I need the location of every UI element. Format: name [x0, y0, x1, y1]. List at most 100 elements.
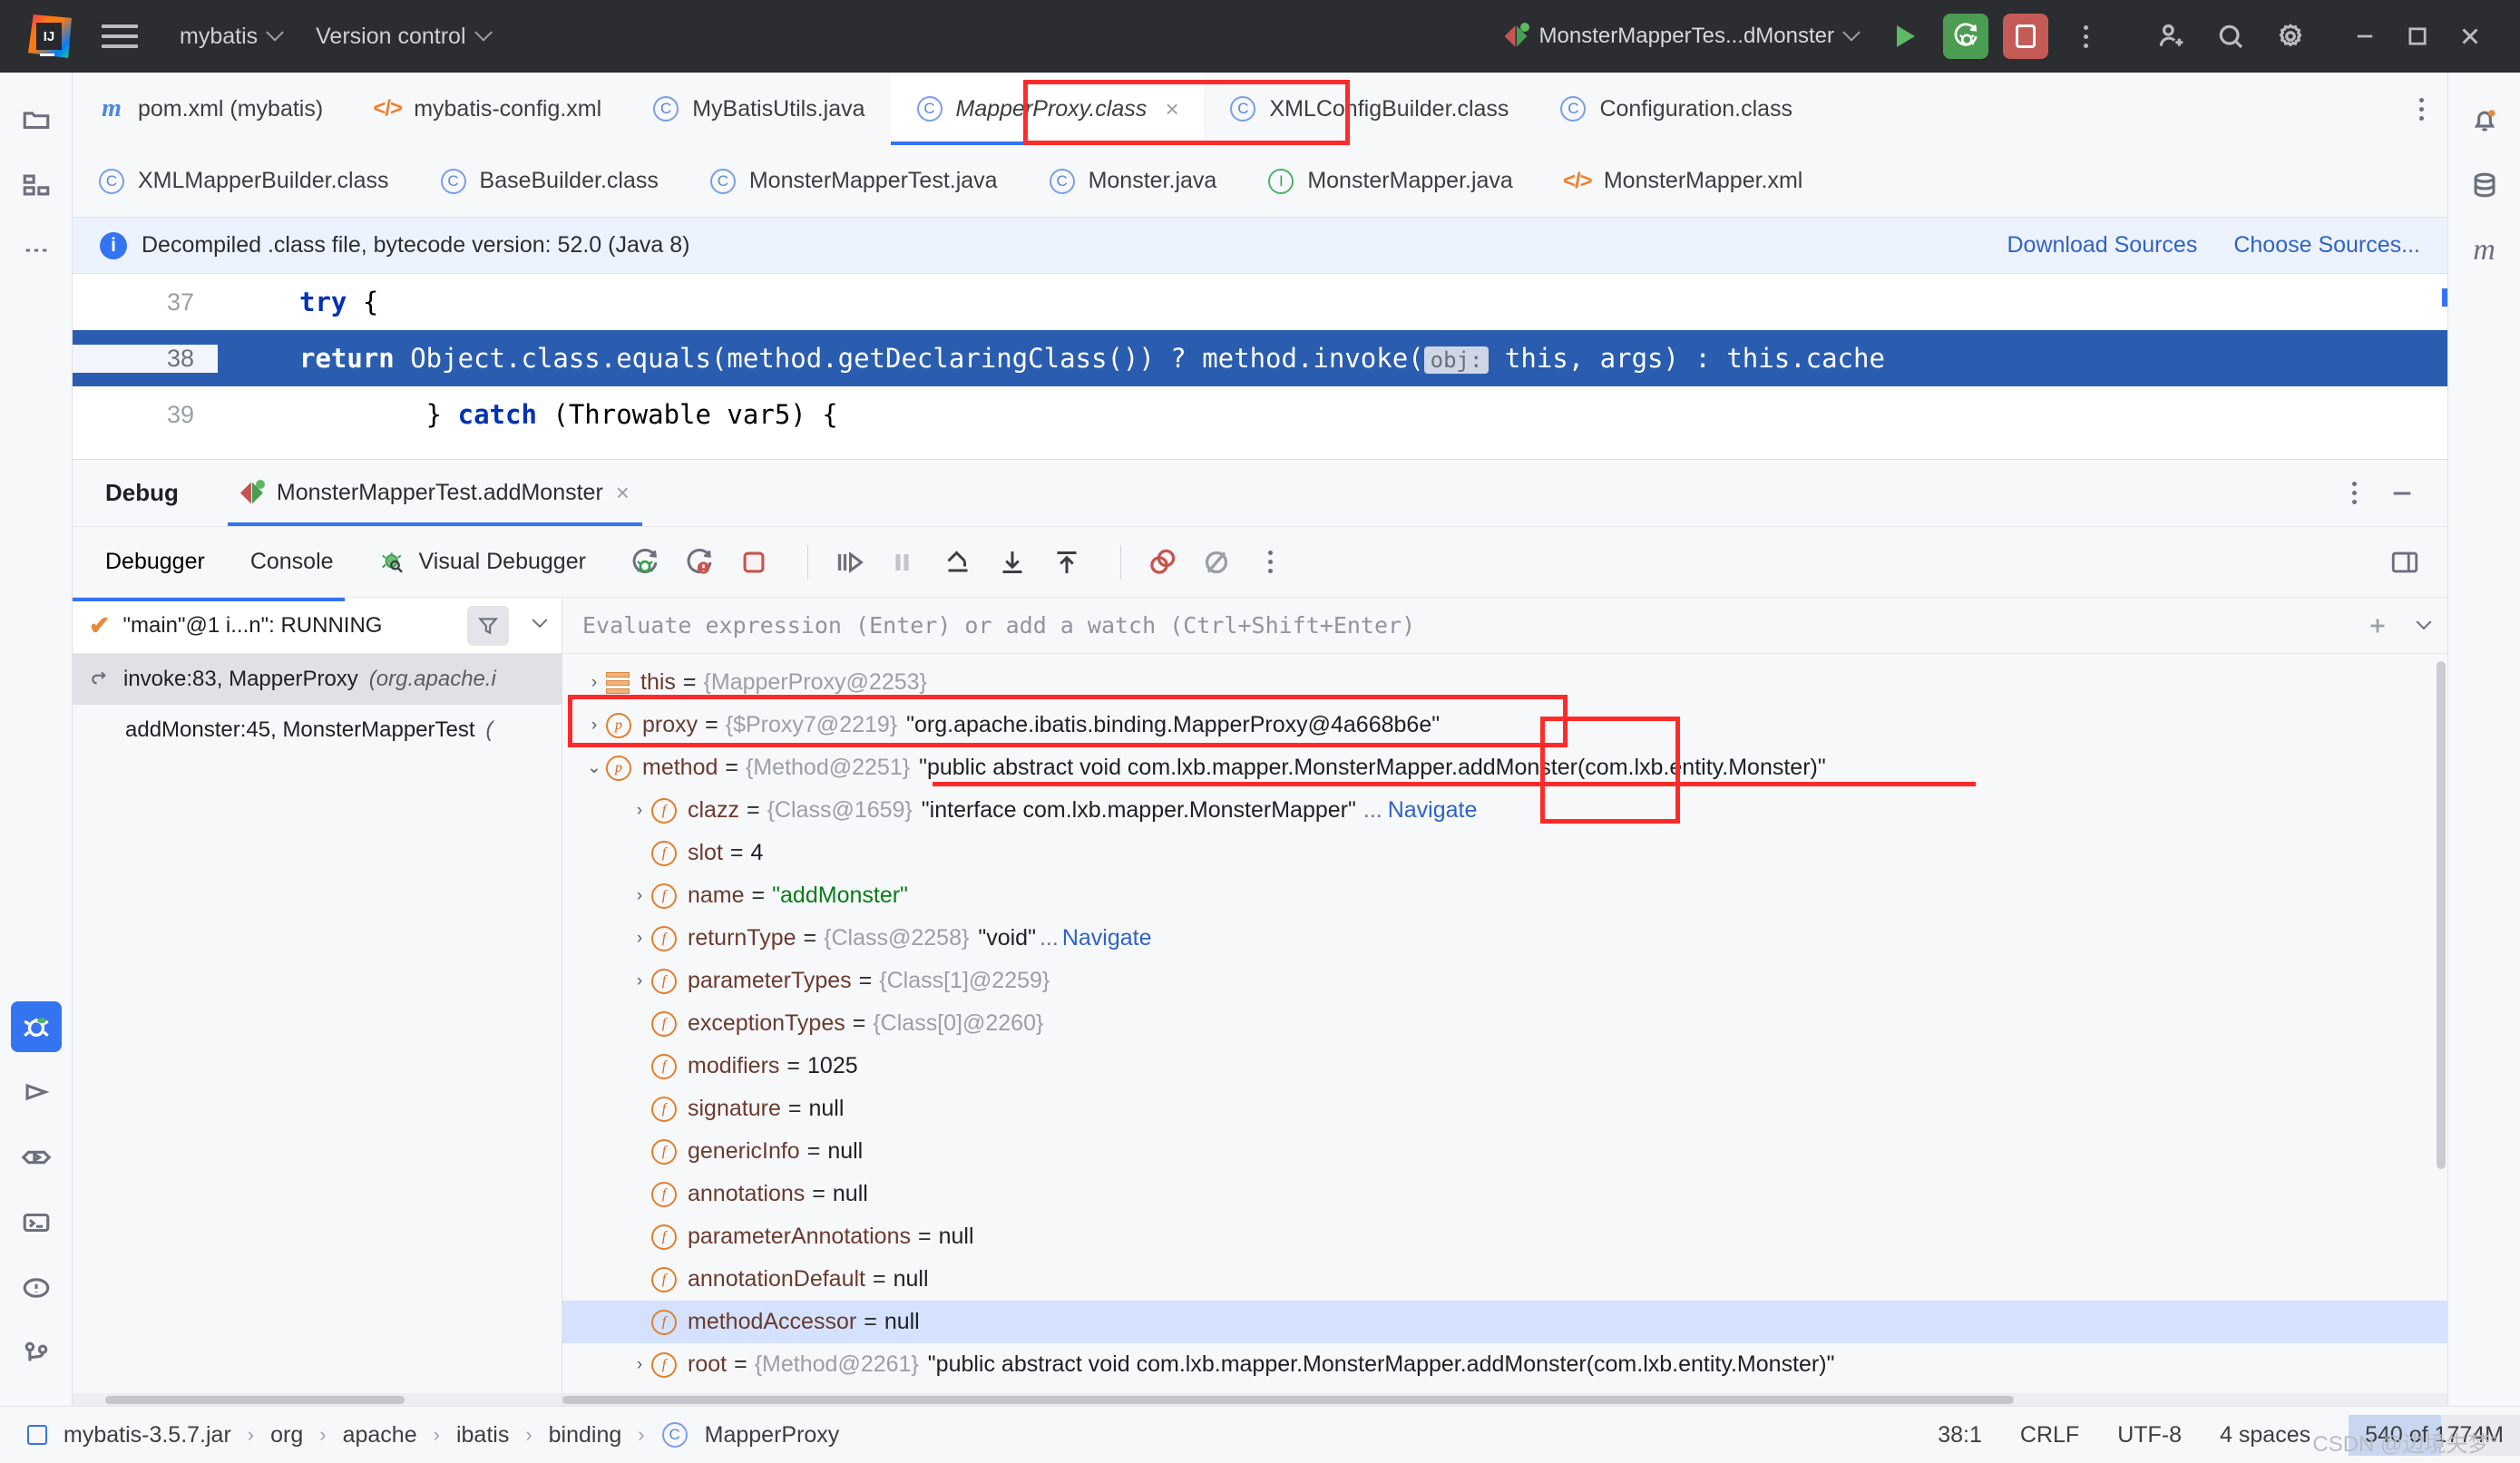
layout-settings-icon[interactable]: [2389, 547, 2420, 578]
caret-position[interactable]: 38:1: [1938, 1422, 1982, 1448]
variable-row-exceptiontypes[interactable]: f exceptionTypes = {Class[0]@2260}: [562, 1002, 2447, 1045]
sidebar-item-project[interactable]: [11, 94, 62, 145]
close-button[interactable]: [2444, 11, 2496, 62]
thread-dropdown-button[interactable]: [532, 611, 548, 634]
choose-sources-link[interactable]: Choose Sources...: [2233, 232, 2420, 258]
thread-selector[interactable]: ✔ "main"@1 i...n": RUNNING: [73, 598, 562, 654]
close-icon[interactable]: ×: [1165, 95, 1178, 123]
filter-frames-button[interactable]: [467, 605, 509, 646]
mute-breakpoints-button[interactable]: [1196, 541, 1237, 583]
minimize-button[interactable]: [2339, 11, 2391, 62]
line-separator[interactable]: CRLF: [2020, 1422, 2079, 1448]
variables-vertical-scrollbar[interactable]: [2435, 661, 2446, 1224]
variable-row-this[interactable]: › this = {MapperProxy@2253}: [562, 661, 2447, 704]
tab-monstermappertest-java[interactable]: C MonsterMapperTest.java: [684, 145, 1023, 217]
breadcrumb-class[interactable]: MapperProxy: [705, 1422, 840, 1448]
variable-row-returntype[interactable]: › f returnType = {Class@2258} "void" ...…: [562, 917, 2447, 960]
chevron-right-icon[interactable]: ›: [628, 886, 651, 906]
sidebar-item-more-tools[interactable]: [11, 225, 62, 276]
indent-setting[interactable]: 4 spaces: [2220, 1422, 2310, 1448]
breadcrumb-apache[interactable]: apache: [343, 1422, 417, 1448]
chevron-right-icon[interactable]: ›: [628, 929, 651, 949]
pause-button[interactable]: [883, 541, 924, 583]
stop-button[interactable]: [2003, 14, 2048, 59]
settings-button[interactable]: [2268, 14, 2313, 59]
sidebar-item-terminal[interactable]: [11, 1197, 62, 1248]
tab-monstermapper-java[interactable]: I MonsterMapper.java: [1242, 145, 1538, 217]
search-button[interactable]: [2208, 14, 2253, 59]
project-selector[interactable]: mybatis: [180, 24, 285, 50]
download-sources-link[interactable]: Download Sources: [2007, 232, 2197, 258]
breadcrumb-org[interactable]: org: [270, 1422, 303, 1448]
maximize-button[interactable]: [2391, 11, 2444, 62]
tab-monstermapper-xml[interactable]: </> MonsterMapper.xml: [1538, 145, 1829, 217]
file-encoding[interactable]: UTF-8: [2117, 1422, 2182, 1448]
frame-item-invoke[interactable]: invoke:83, MapperProxy (org.apache.i: [73, 654, 562, 705]
code-editor[interactable]: 37 try { 38 return Object.class.equals(m…: [73, 274, 2447, 459]
variable-row-name[interactable]: › f name = "addMonster": [562, 874, 2447, 917]
chevron-right-icon[interactable]: ›: [582, 716, 606, 736]
stop-session-button[interactable]: [733, 541, 775, 583]
variable-row-modifiers[interactable]: f modifiers = 1025: [562, 1045, 2447, 1087]
run-button[interactable]: [1883, 14, 1929, 59]
debug-button[interactable]: [1943, 14, 1988, 59]
tab-visual-debugger[interactable]: Visual Debugger: [379, 549, 586, 576]
sidebar-item-git-branch[interactable]: [11, 1328, 62, 1379]
tab-console[interactable]: Console: [250, 549, 334, 575]
drop-frame-button[interactable]: [937, 541, 979, 583]
tab-xmlconfigbuilder-class[interactable]: C XMLConfigBuilder.class: [1204, 73, 1534, 145]
sidebar-item-run[interactable]: [11, 1067, 62, 1117]
step-over-button[interactable]: [828, 541, 870, 583]
run-configuration-selector[interactable]: MonsterMapperTes...dMonster: [1504, 23, 1861, 49]
tab-configuration-class[interactable]: C Configuration.class: [1534, 73, 1818, 145]
variable-row-parametertypes[interactable]: › f parameterTypes = {Class[1]@2259}: [562, 960, 2447, 1002]
chevron-down-icon[interactable]: [2416, 613, 2432, 629]
close-icon[interactable]: ×: [616, 479, 630, 507]
editor-scrollbar[interactable]: [2442, 288, 2447, 307]
tab-mybatisutils-java[interactable]: C MyBatisUtils.java: [627, 73, 890, 145]
variable-row-slot[interactable]: f slot = 4: [562, 832, 2447, 874]
variables-horizontal-scrollbar[interactable]: [562, 1393, 2447, 1406]
add-user-button[interactable]: [2148, 14, 2193, 59]
variable-row-signature[interactable]: f signature = null: [562, 1087, 2447, 1130]
variables-tree[interactable]: › this = {MapperProxy@2253} › p proxy = …: [562, 654, 2447, 1393]
chevron-down-icon[interactable]: ⌄: [582, 757, 606, 778]
variable-row-annotations[interactable]: f annotations = null: [562, 1173, 2447, 1215]
chevron-right-icon[interactable]: ›: [628, 801, 651, 821]
chevron-right-icon[interactable]: ›: [628, 1355, 651, 1375]
sidebar-item-notifications[interactable]: [2459, 94, 2510, 145]
tab-monster-java[interactable]: C Monster.java: [1023, 145, 1243, 217]
frames-horizontal-scrollbar[interactable]: [73, 1393, 562, 1406]
evaluate-expression-bar[interactable]: Evaluate expression (Enter) or add a wat…: [562, 598, 2447, 654]
tab-mapperproxy-class[interactable]: C MapperProxy.class ×: [890, 73, 1205, 145]
step-out-button[interactable]: [1046, 541, 1088, 583]
breadcrumb-ibatis[interactable]: ibatis: [456, 1422, 509, 1448]
frame-item-addmonster[interactable]: addMonster:45, MonsterMapperTest (: [73, 705, 562, 756]
more-vertical-icon[interactable]: [2352, 482, 2357, 504]
main-menu-icon[interactable]: [102, 15, 145, 58]
more-actions-button[interactable]: [2063, 14, 2108, 59]
hide-panel-icon[interactable]: [2388, 479, 2417, 508]
sidebar-item-database[interactable]: [2459, 160, 2510, 210]
debugger-more-button[interactable]: [1250, 541, 1292, 583]
sidebar-item-services[interactable]: [11, 1132, 62, 1183]
variable-row-methodaccessor[interactable]: f methodAccessor = null: [562, 1301, 2447, 1343]
add-watch-icon[interactable]: [2364, 612, 2391, 639]
variable-row-parameterannotations[interactable]: f parameterAnnotations = null: [562, 1215, 2447, 1258]
variable-row-root[interactable]: › f root = {Method@2261} "public abstrac…: [562, 1343, 2447, 1386]
tab-debugger[interactable]: Debugger: [105, 549, 205, 575]
resume-program-button[interactable]: [624, 541, 666, 583]
version-control-selector[interactable]: Version control: [316, 24, 493, 50]
tab-basebuilder-class[interactable]: C BaseBuilder.class: [415, 145, 684, 217]
tabs-more-button[interactable]: [2419, 97, 2424, 121]
variable-row-genericinfo[interactable]: f genericInfo = null: [562, 1130, 2447, 1173]
variable-row-annotationdefault[interactable]: f annotationDefault = null: [562, 1258, 2447, 1301]
sidebar-item-structure[interactable]: [11, 160, 62, 210]
breadcrumb-jar[interactable]: mybatis-3.5.7.jar: [63, 1422, 231, 1448]
navigate-link[interactable]: Navigate: [1062, 925, 1152, 951]
step-into-button[interactable]: [991, 541, 1033, 583]
breadcrumb-binding[interactable]: binding: [549, 1422, 622, 1448]
sidebar-item-maven[interactable]: m: [2459, 225, 2510, 276]
debug-session-tab[interactable]: MonsterMapperTest.addMonster ×: [227, 460, 643, 526]
navigate-link[interactable]: Navigate: [1388, 797, 1478, 824]
